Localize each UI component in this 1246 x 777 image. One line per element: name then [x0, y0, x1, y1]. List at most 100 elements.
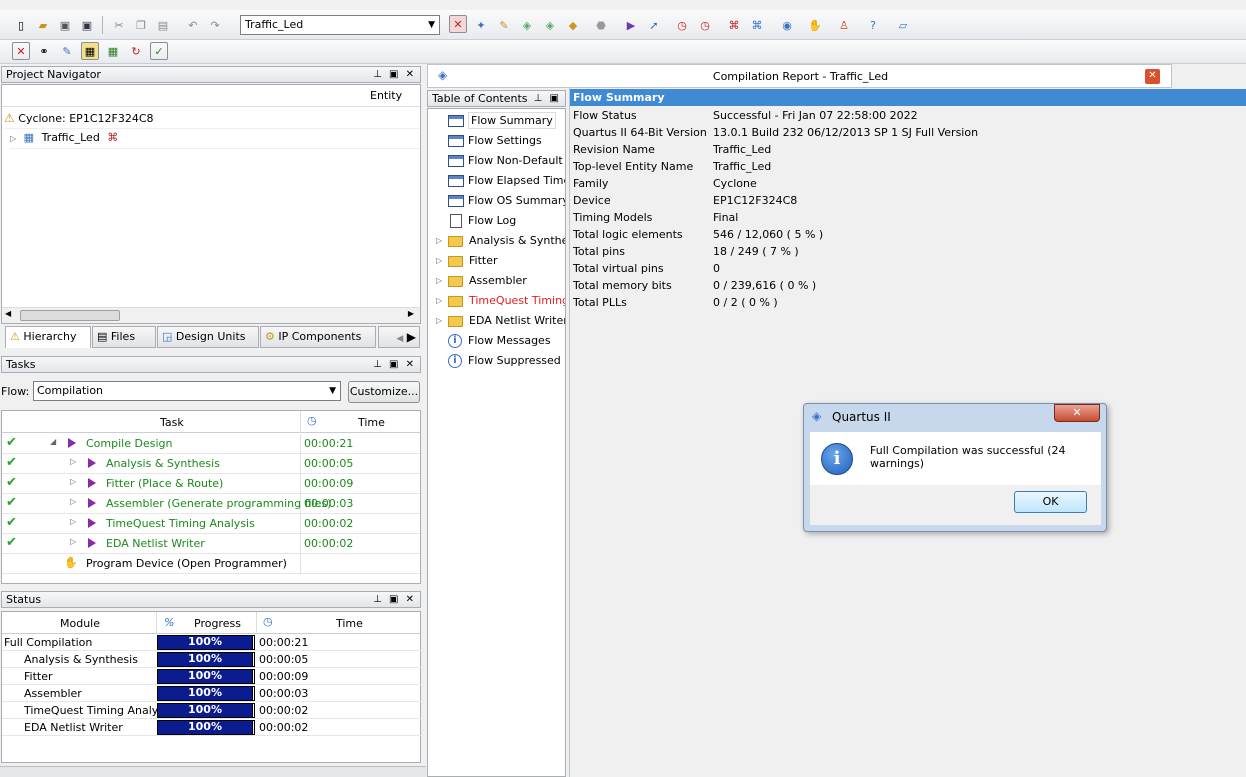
pin-icon[interactable]: ⊥ ▣ ✕: [373, 357, 416, 372]
whats-this-icon[interactable]: ▱: [894, 16, 912, 34]
top-entity-row[interactable]: ▷ ▦ Traffic_Led ⌘: [10, 131, 419, 149]
toc-item[interactable]: Flow OS Summary: [448, 191, 565, 211]
collapse-icon[interactable]: ◢: [50, 437, 56, 446]
task-row[interactable]: ✔ ▷ Fitter (Place & Route) 00:00:09: [2, 474, 420, 494]
expand-icon[interactable]: ▷: [436, 251, 442, 271]
run-task-icon[interactable]: [68, 438, 76, 448]
run-task-icon[interactable]: [88, 538, 96, 548]
horizontal-scrollbar[interactable]: ◀ ▶: [2, 307, 420, 323]
entity-select[interactable]: Traffic_Led ▼: [240, 15, 440, 35]
programmer-icon[interactable]: ✋: [806, 16, 824, 34]
toc-item[interactable]: ▷ TimeQuest Timing A: [436, 291, 565, 311]
report-close-button[interactable]: ✕: [1145, 69, 1160, 84]
toc-item[interactable]: ▷ Fitter: [436, 251, 498, 271]
toc-item[interactable]: Flow Settings: [448, 131, 542, 151]
paste-icon[interactable]: ▤: [154, 16, 172, 34]
time-column-header[interactable]: Time: [336, 617, 363, 630]
toc-item[interactable]: ▷ Analysis & Synthesi: [436, 231, 565, 251]
expand-icon[interactable]: ▷: [70, 517, 76, 526]
signaltap-icon[interactable]: ♙: [835, 16, 853, 34]
pin-planner-icon[interactable]: ✎: [495, 16, 513, 34]
rtl-viewer-icon[interactable]: ⌘: [748, 16, 766, 34]
toc-item[interactable]: Flow Elapsed Time: [448, 171, 565, 191]
undo-icon[interactable]: ↶: [184, 16, 202, 34]
task-row[interactable]: ✔ ▷ EDA Netlist Writer 00:00:02: [2, 534, 420, 554]
expand-icon[interactable]: ▷: [436, 271, 442, 291]
toc-item[interactable]: Flow Non-Default G: [448, 151, 565, 171]
tab-scroll-buttons[interactable]: ◀ ▶: [378, 326, 420, 348]
flow-select[interactable]: Compilation ▼: [33, 381, 341, 401]
find-icon[interactable]: ⚭: [35, 42, 53, 60]
toc-item[interactable]: Flow Log: [448, 211, 516, 231]
device-row[interactable]: ⚠ Cyclone: EP1C12F324C8: [4, 111, 419, 129]
tab-hierarchy[interactable]: ⚠ Hierarchy: [5, 326, 91, 348]
expand-icon[interactable]: ▷: [436, 231, 442, 251]
expand-icon[interactable]: ▷: [436, 311, 442, 331]
help-icon[interactable]: ?: [864, 16, 882, 34]
scroll-tabs-right-icon[interactable]: ▶: [407, 330, 416, 344]
progress-column-header[interactable]: Progress: [194, 617, 241, 630]
settings-icon[interactable]: ◈: [518, 16, 536, 34]
expand-icon[interactable]: ▷: [10, 134, 16, 143]
tab-design-units[interactable]: ◲ Design Units: [157, 326, 259, 348]
design-assistant-icon[interactable]: ◆: [564, 16, 582, 34]
edit-icon[interactable]: ✎: [58, 42, 76, 60]
scroll-right-icon[interactable]: ▶: [408, 309, 414, 318]
pin-icon[interactable]: ⊥ ▣: [534, 91, 561, 106]
expand-icon[interactable]: ▷: [70, 497, 76, 506]
copy-icon[interactable]: ❐: [132, 16, 150, 34]
expand-icon[interactable]: ▷: [70, 477, 76, 486]
save-all-icon[interactable]: ▣: [78, 16, 96, 34]
task-row[interactable]: ✔ ▷ TimeQuest Timing Analysis 00:00:02: [2, 514, 420, 534]
redo-icon[interactable]: ↷: [206, 16, 224, 34]
pin-icon[interactable]: ⊥ ▣ ✕: [373, 592, 416, 607]
chip-icon[interactable]: ◈: [541, 16, 559, 34]
run-task-icon[interactable]: [88, 518, 96, 528]
checklist-icon[interactable]: ✓: [150, 42, 168, 60]
run-task-icon[interactable]: [88, 498, 96, 508]
toc-item[interactable]: ▷ EDA Netlist Writer: [436, 311, 565, 331]
stop-icon[interactable]: ⬣: [592, 16, 610, 34]
new-file-icon[interactable]: ▯: [12, 16, 30, 34]
percent-column-header[interactable]: %: [164, 616, 174, 629]
pin-icon[interactable]: ⊥ ▣ ✕: [373, 67, 416, 82]
timer-icon[interactable]: ◷: [673, 16, 691, 34]
task-row[interactable]: ✔ ▷ Assembler (Generate programming files)…: [2, 494, 420, 514]
task-row[interactable]: ✔ ◢ Compile Design 00:00:21: [2, 434, 420, 454]
run-task-icon[interactable]: [88, 458, 96, 468]
task-column-header[interactable]: Task: [160, 416, 184, 429]
netlist-icon[interactable]: ⌘: [725, 16, 743, 34]
compilation-report-icon[interactable]: ▦: [81, 42, 99, 60]
scroll-tabs-left-icon[interactable]: ◀: [396, 334, 403, 344]
customize-button[interactable]: Customize...: [348, 381, 420, 403]
scroll-thumb[interactable]: [20, 310, 120, 321]
expand-icon[interactable]: ▷: [70, 457, 76, 466]
ok-button[interactable]: OK: [1014, 491, 1087, 513]
time-column-header[interactable]: Time: [358, 416, 385, 429]
refresh-icon[interactable]: ↻: [127, 42, 145, 60]
scroll-left-icon[interactable]: ◀: [5, 309, 11, 318]
open-folder-icon[interactable]: ▰: [34, 16, 52, 34]
programmer-icon[interactable]: ✋: [64, 556, 78, 569]
task-row[interactable]: ✋ Program Device (Open Programmer): [2, 554, 420, 574]
toc-item[interactable]: ▷ Assembler: [436, 271, 527, 291]
run-task-icon[interactable]: [88, 478, 96, 488]
start-compilation-icon[interactable]: ▶: [622, 16, 640, 34]
expand-icon[interactable]: ▷: [436, 291, 442, 311]
analysis-icon[interactable]: ➚: [645, 16, 663, 34]
entity-column-header[interactable]: Entity: [2, 85, 420, 107]
tab-files[interactable]: ▤ Files: [92, 326, 156, 348]
toc-item[interactable]: i Flow Suppressed Me: [448, 351, 565, 371]
assign-icon[interactable]: ✦: [472, 16, 490, 34]
module-column-header[interactable]: Module: [60, 617, 100, 630]
dialog-close-button[interactable]: ✕: [1054, 404, 1100, 422]
save-icon[interactable]: ▣: [56, 16, 74, 34]
chip-planner-icon[interactable]: ◉: [778, 16, 796, 34]
cut-icon[interactable]: ✂: [110, 16, 128, 34]
timing-icon[interactable]: ◷: [696, 16, 714, 34]
toc-item[interactable]: i Flow Messages: [448, 331, 551, 351]
table-icon[interactable]: ▦: [104, 42, 122, 60]
expand-icon[interactable]: ▷: [70, 537, 76, 546]
task-row[interactable]: ✔ ▷ Analysis & Synthesis 00:00:05: [2, 454, 420, 474]
toc-item[interactable]: Flow Summary: [448, 111, 556, 131]
